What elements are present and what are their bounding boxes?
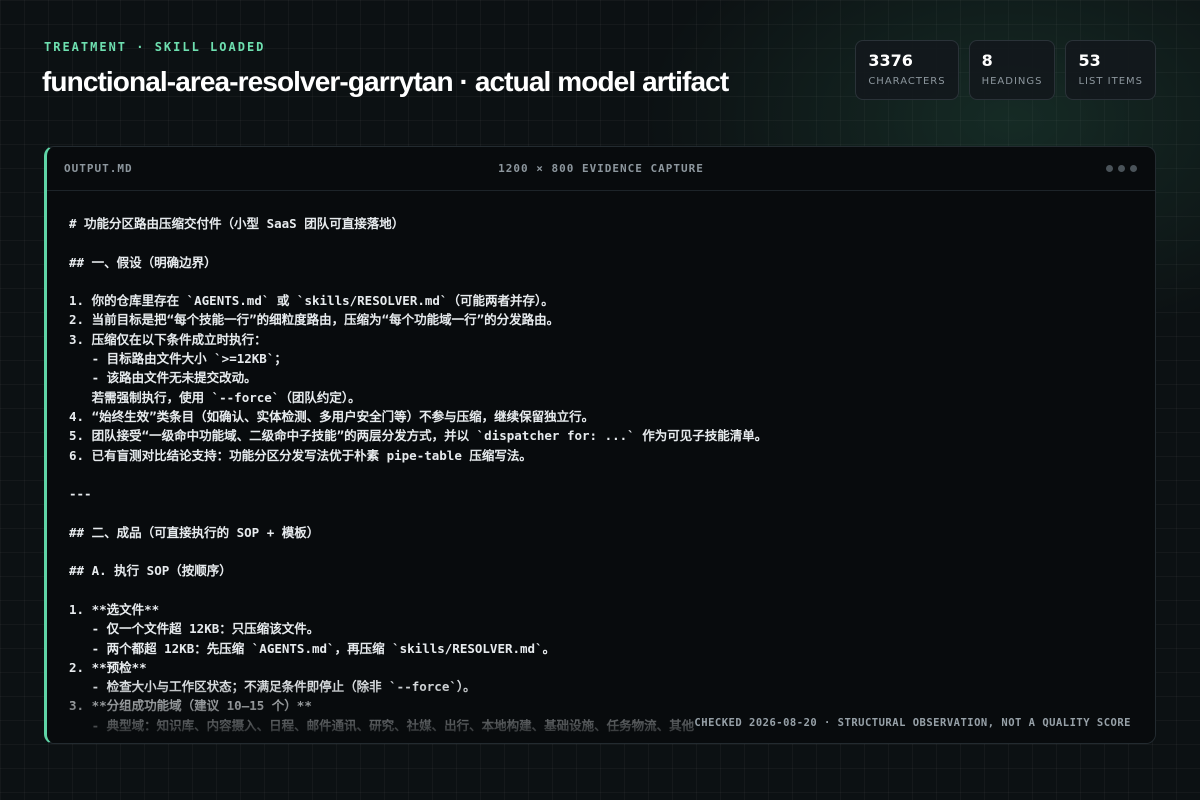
stats-group: 3376 CHARACTERS 8 HEADINGS 53 LIST ITEMS	[855, 40, 1156, 100]
dot-icon	[1106, 165, 1113, 172]
content-line: ---	[69, 486, 92, 502]
output-panel: OUTPUT.MD 1200 × 800 EVIDENCE CAPTURE # …	[44, 146, 1156, 744]
content-line: 5. 团队接受“一级命中功能域、二级命中子技能”的两层分发方式，并以 `disp…	[69, 428, 768, 444]
stat-value: 8	[981, 51, 993, 70]
markdown-content: # 功能分区路由压缩交付件（小型 SaaS 团队可直接落地） ## 一、假设（明确…	[69, 214, 1135, 743]
content-line: - 两个都超 12KB：先压缩 `AGENTS.md`，再压缩 `skills/…	[69, 640, 556, 656]
content-line: - 检查大小与工作区状态；不满足条件即停止（除非 `--force`）。	[69, 679, 476, 695]
stat-label: LIST ITEMS	[1078, 76, 1143, 87]
capture-label: 1200 × 800 EVIDENCE CAPTURE	[498, 162, 704, 175]
content-line: # 功能分区路由压缩交付件（小型 SaaS 团队可直接落地）	[69, 216, 405, 231]
content-line	[69, 272, 1135, 291]
content-line	[69, 542, 1135, 561]
content-line: ## 二、成品（可直接执行的 SOP + 模板）	[69, 524, 320, 540]
stat-value: 53	[1078, 51, 1101, 70]
window-menu-icon[interactable]	[1106, 165, 1137, 172]
stat-card-headings: 8 HEADINGS	[968, 40, 1056, 100]
content-line: 1. **选文件**	[69, 601, 160, 617]
content-line: - 该路由文件无未提交改动。	[69, 370, 257, 386]
content-line: - 仅一个文件超 12KB：只压缩该文件。	[69, 621, 320, 637]
page-title: functional-area-resolver-garrytan · actu…	[42, 66, 729, 97]
content-line: 若需强制执行，使用 `--force`（团队约定）。	[69, 389, 361, 405]
stat-label: CHARACTERS	[868, 76, 946, 87]
content-line	[69, 503, 1135, 522]
dot-icon	[1130, 165, 1137, 172]
dot-icon	[1118, 165, 1125, 172]
content-line: 3. **分组成功能域（建议 10–15 个）**	[69, 698, 312, 714]
content-line: 6. 已有盲测对比结论支持：功能分区分发写法优于朴素 pipe-table 压缩…	[69, 447, 532, 463]
stat-value: 3376	[868, 51, 913, 70]
panel-header: OUTPUT.MD 1200 × 800 EVIDENCE CAPTURE	[47, 147, 1155, 191]
footer-note: CHECKED 2026-08-20 · STRUCTURAL OBSERVAT…	[694, 717, 1131, 729]
content-line: 4. “始终生效”类条目（如确认、实体检测、多用户安全门等）不参与压缩，继续保留…	[69, 408, 595, 424]
content-line: 1. 你的仓库里存在 `AGENTS.md` 或 `skills/RESOLVE…	[69, 293, 554, 309]
content-line: 2. 当前目标是把“每个技能一行”的细粒度路由，压缩为“每个功能域一行”的分发路…	[69, 312, 560, 328]
content-line: ## 一、假设（明确边界）	[69, 254, 217, 270]
content-line	[69, 581, 1135, 600]
content-line: 3. 压缩仅在以下条件成立时执行：	[69, 331, 267, 347]
content-line	[69, 233, 1135, 252]
content-line: 2. **预检**	[69, 659, 147, 675]
eyebrow-label: TREATMENT · SKILL LOADED	[44, 40, 266, 54]
content-line: - 目标路由文件大小 `>=12KB`；	[69, 351, 287, 367]
stat-card-characters: 3376 CHARACTERS	[855, 40, 959, 100]
stat-card-list-items: 53 LIST ITEMS	[1065, 40, 1156, 100]
stat-label: HEADINGS	[981, 76, 1043, 87]
content-line	[69, 465, 1135, 484]
content-line: ## A. 执行 SOP（按顺序）	[69, 563, 232, 579]
